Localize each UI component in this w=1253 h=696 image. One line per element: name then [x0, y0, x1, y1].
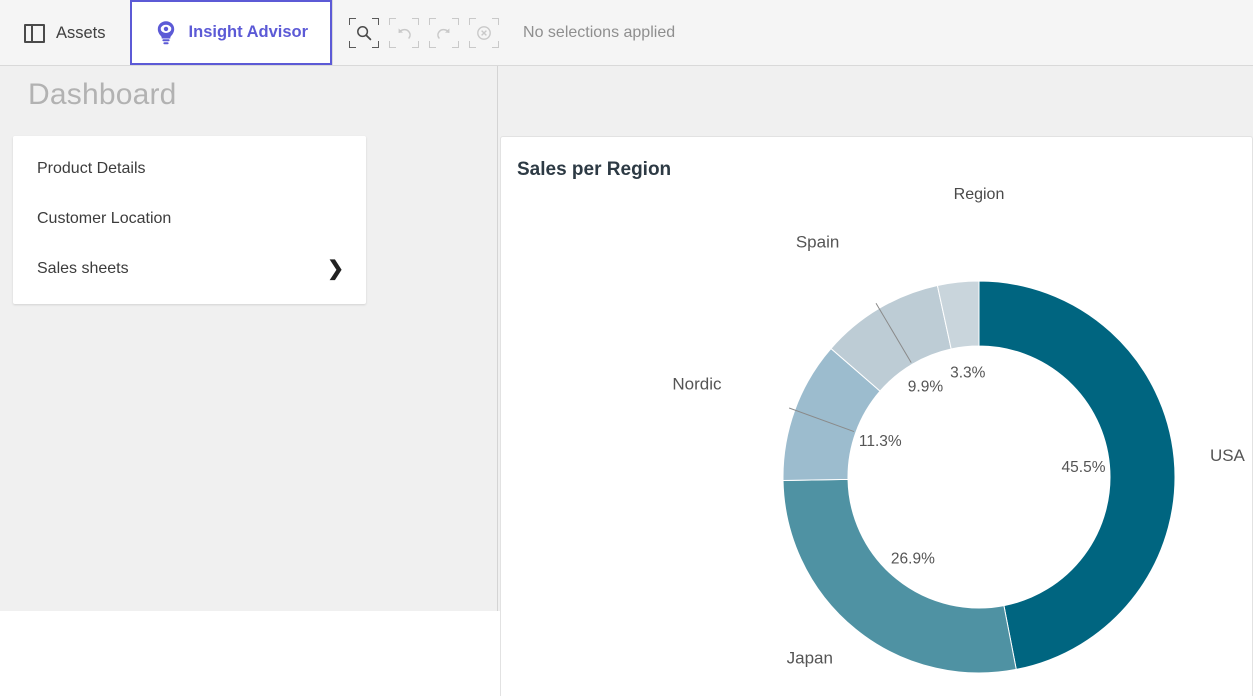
page-title: Dashboard — [28, 78, 177, 112]
top-toolbar: Assets Insight Advisor — [0, 0, 1253, 66]
list-item[interactable]: Product Details — [13, 144, 366, 194]
slice-category-label: Japan — [787, 648, 833, 667]
sheet-item-label: Product Details — [37, 160, 146, 178]
tab-assets[interactable]: Assets — [0, 0, 130, 66]
donut-percent-labels: 45.5% 26.9% 11.3% 9.9% 3.3% — [859, 365, 1106, 568]
dashed-frame — [389, 18, 419, 48]
list-item[interactable]: Sales sheets ❯ — [13, 244, 366, 294]
slice-percent-label: 45.5% — [1062, 459, 1106, 476]
slice-percent-label: 11.3% — [859, 433, 902, 450]
dashed-frame — [349, 18, 379, 48]
step-forward-button[interactable] — [427, 16, 461, 50]
tab-insight-advisor-label: Insight Advisor — [189, 23, 308, 42]
dashed-frame — [469, 18, 499, 48]
tab-insight-advisor[interactable]: Insight Advisor — [130, 0, 332, 65]
panel-icon — [24, 24, 45, 43]
workspace: Dashboard Product Details Customer Locat… — [0, 66, 1253, 611]
tab-assets-label: Assets — [56, 24, 106, 43]
right-pane: Sales per Region Region USAJapanNordicSp… — [499, 66, 1253, 611]
step-back-button[interactable] — [387, 16, 421, 50]
selection-toolbar: No selections applied — [333, 0, 675, 65]
slice-category-label: Spain — [796, 232, 839, 251]
dimension-label: Region — [954, 186, 1005, 203]
selection-status-text: No selections applied — [523, 24, 675, 42]
clear-selections-button[interactable] — [467, 16, 501, 50]
slice-category-label: USA — [1210, 446, 1246, 465]
slice-percent-label: 26.9% — [891, 551, 935, 568]
sheet-list-card: Product Details Customer Location Sales … — [13, 136, 366, 304]
chart-card-sales-per-region: Sales per Region Region USAJapanNordicSp… — [500, 136, 1253, 696]
selection-search-button[interactable] — [347, 16, 381, 50]
slice-category-label: Nordic — [672, 374, 722, 393]
sheet-item-label: Customer Location — [37, 210, 171, 228]
list-item[interactable]: Customer Location — [13, 194, 366, 244]
sheet-item-label: Sales sheets — [37, 260, 129, 278]
lightbulb-eye-icon — [154, 20, 178, 46]
donut-chart[interactable]: Region USA Japan Nordic Spain 45.5% 26.9% 11.… — [501, 137, 1253, 696]
dashed-frame — [429, 18, 459, 48]
donut-arcs — [783, 281, 1175, 673]
donut-slice[interactable] — [783, 479, 1016, 673]
left-pane: Dashboard Product Details Customer Locat… — [0, 66, 498, 611]
slice-percent-label: 9.9% — [908, 379, 944, 396]
slice-percent-label: 3.3% — [950, 365, 986, 382]
chevron-right-icon: ❯ — [327, 259, 344, 279]
